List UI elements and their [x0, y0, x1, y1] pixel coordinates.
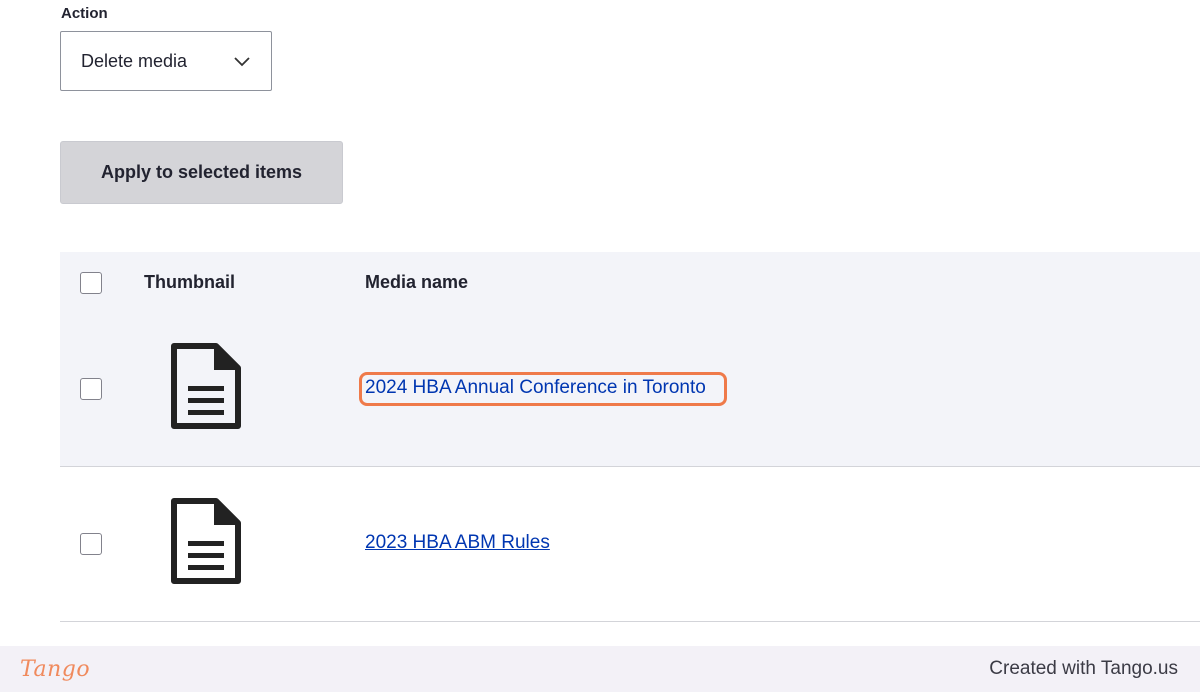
row-checkbox[interactable]: [80, 378, 102, 400]
media-table: Thumbnail Media name 2024 HBA Annual Con…: [60, 252, 1200, 622]
table-row: 2023 HBA ABM Rules: [60, 467, 1200, 622]
action-select[interactable]: Delete media: [60, 31, 272, 91]
media-name-column-header[interactable]: Media name: [365, 272, 468, 293]
row-checkbox[interactable]: [80, 533, 102, 555]
media-name-link[interactable]: 2024 HBA Annual Conference in Toronto: [365, 377, 706, 399]
table-row: 2024 HBA Annual Conference in Toronto: [60, 312, 1200, 467]
media-admin-page: Action Delete media Apply to selected it…: [0, 0, 1200, 646]
action-label: Action: [61, 5, 108, 22]
footer-credit-text: Created with Tango.us: [989, 658, 1178, 679]
tango-logo: Tango: [20, 656, 91, 682]
apply-to-selected-button[interactable]: Apply to selected items: [60, 141, 343, 204]
select-all-checkbox[interactable]: [80, 272, 102, 294]
media-name-link[interactable]: 2023 HBA ABM Rules: [365, 532, 550, 554]
document-icon: [171, 498, 241, 584]
chevron-down-icon: [234, 57, 250, 67]
action-select-value: Delete media: [81, 50, 188, 71]
thumbnail-column-header: Thumbnail: [144, 272, 235, 292]
table-header: Thumbnail Media name: [60, 252, 1200, 312]
document-icon: [171, 343, 241, 429]
tango-footer: Tango Created with Tango.us: [0, 646, 1200, 692]
